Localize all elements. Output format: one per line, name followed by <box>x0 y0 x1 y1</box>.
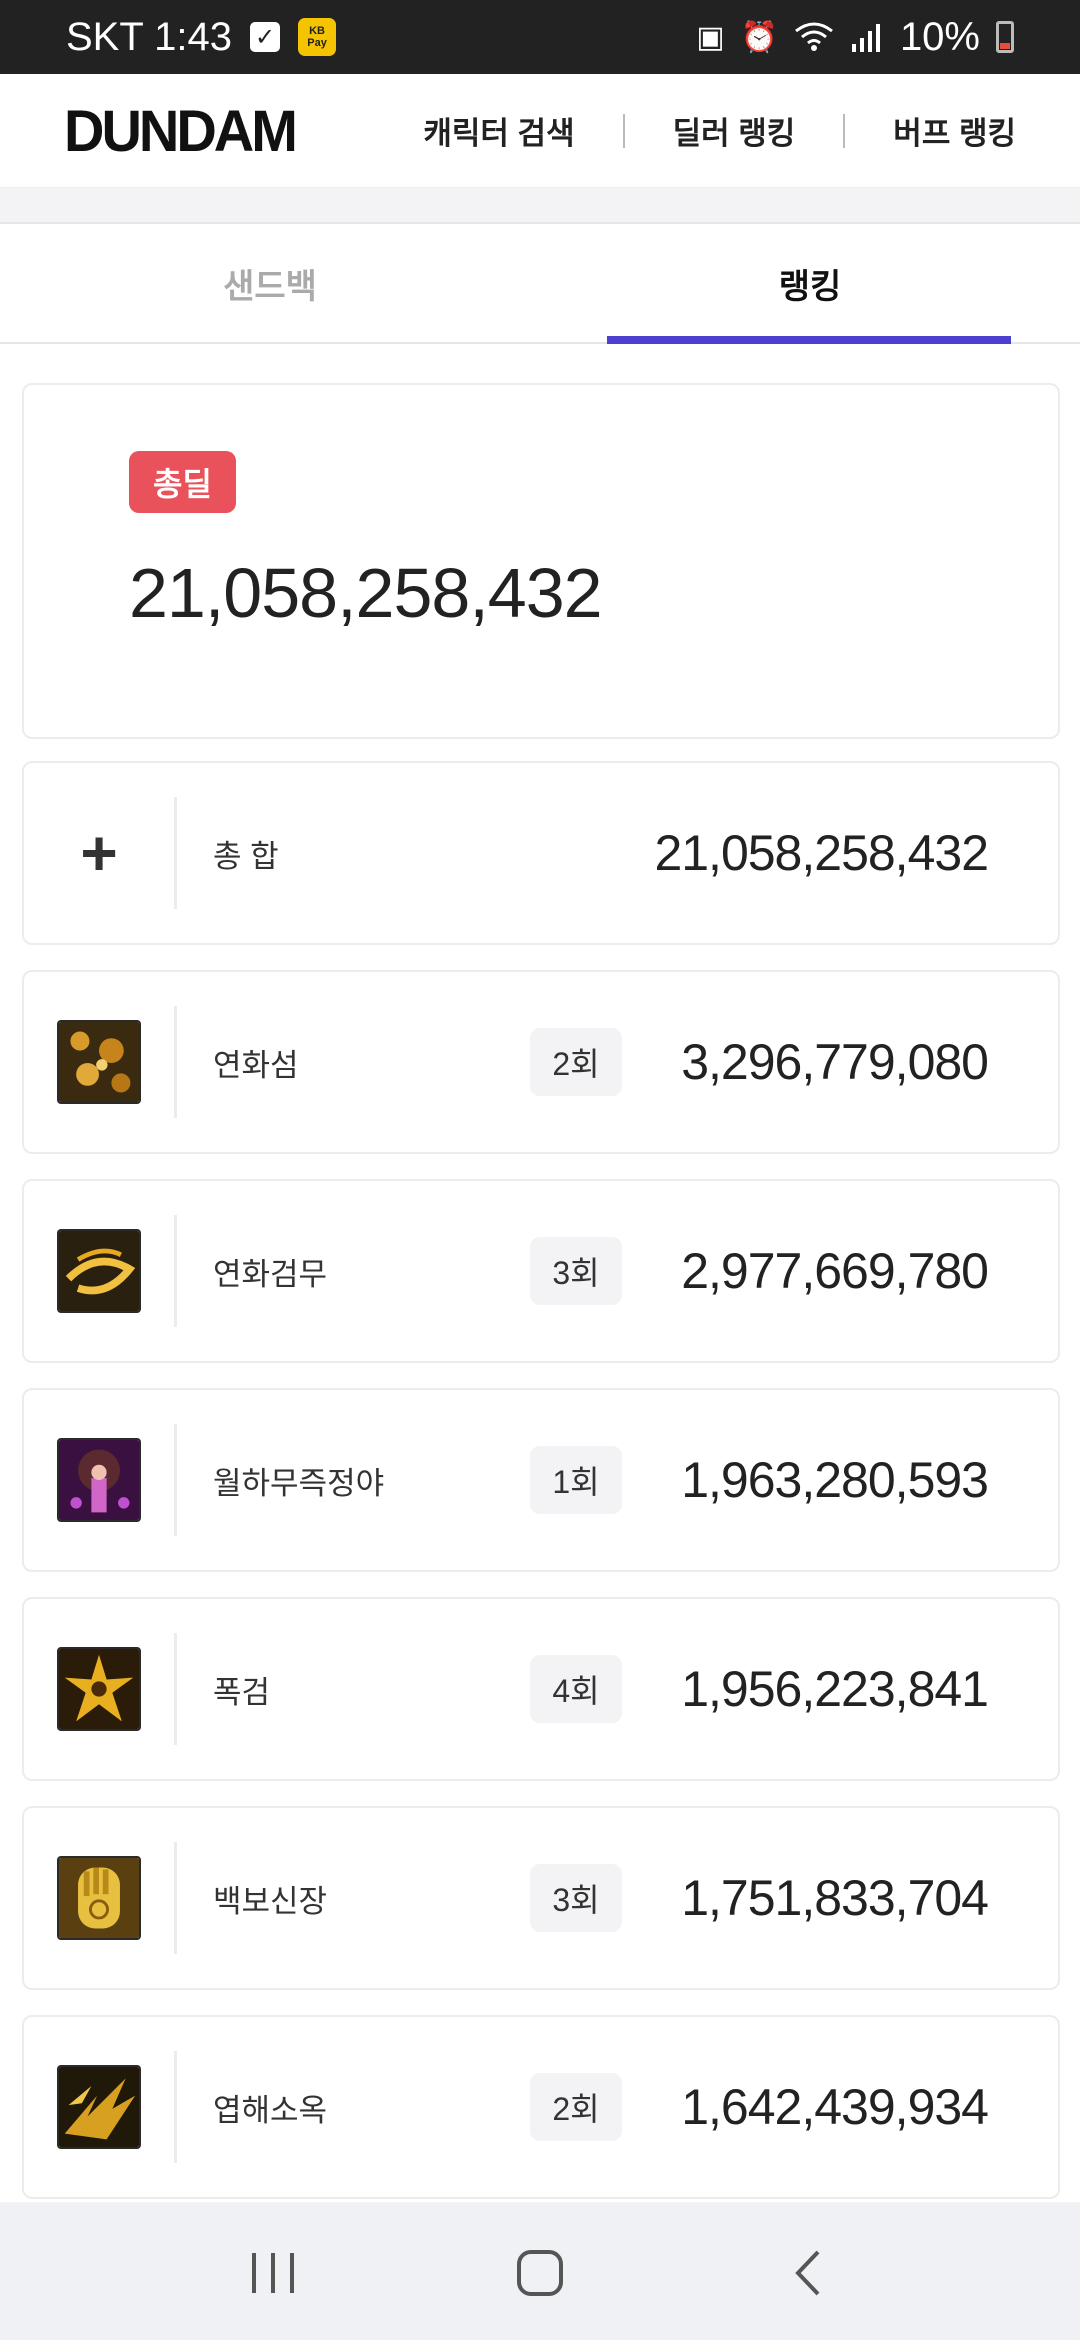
tab-sandbag[interactable]: 샌드백 <box>0 224 540 342</box>
skill-row: 엽해소옥 2회 1,642,439,934 <box>22 2015 1060 2199</box>
summary-label: 총 합 <box>213 838 279 874</box>
yeophaesook-skill-icon <box>57 2065 141 2149</box>
dundam-logo[interactable]: DUNDAM <box>64 96 298 164</box>
yeonhwaseom-skill-icon <box>57 1020 141 1104</box>
skill-row: 연화검무 3회 2,977,669,780 <box>22 1179 1060 1363</box>
total-damage-value: 21,058,258,432 <box>129 554 603 632</box>
kbpay-notification-icon: KB Pay <box>298 18 337 56</box>
summary-row: + 총 합 21,058,258,432 <box>22 761 1060 945</box>
tab-bar: 샌드백 랭킹 <box>0 224 1080 344</box>
hit-count: 2회 <box>530 1028 622 1096</box>
baekbosinjang-skill-icon <box>57 1856 141 1940</box>
skill-damage: 1,956,223,841 <box>681 1661 989 1717</box>
skill-name: 월하무즉정야 <box>213 1465 385 1501</box>
result-panel: 샌드백 랭킹 총딜 21,058,258,432 + 총 합 21,058,25… <box>0 222 1080 2202</box>
skill-name: 연화검무 <box>213 1256 328 1292</box>
skill-damage: 3,296,779,080 <box>681 1034 989 1090</box>
recent-apps-icon <box>252 2252 295 2293</box>
total-damage-badge: 총딜 <box>129 451 236 513</box>
skill-row: 연화섬 2회 3,296,779,080 <box>22 970 1060 1154</box>
total-damage-card: 총딜 21,058,258,432 <box>22 383 1060 739</box>
skill-name: 연화섬 <box>213 1047 299 1083</box>
alarm-icon: ⏰ <box>740 20 778 54</box>
wifi-icon <box>795 22 833 51</box>
battery-icon <box>996 21 1014 53</box>
status-time: SKT 1:43 <box>66 14 233 59</box>
skill-row: 폭검 4회 1,956,223,841 <box>22 1597 1060 1781</box>
battery-percent: 10% <box>899 14 980 59</box>
hit-count: 2회 <box>530 2073 622 2141</box>
top-nav: 캐릭터 검색 딜러 랭킹 버프 랭킹 <box>423 108 1016 153</box>
skill-damage: 1,963,280,593 <box>681 1452 989 1508</box>
wolhamujeukjeongya-skill-icon <box>57 1438 141 1522</box>
nav-character-search[interactable]: 캐릭터 검색 <box>423 108 574 153</box>
nav-divider <box>622 113 625 148</box>
signal-icon <box>851 24 880 52</box>
yeonhwageommu-skill-icon <box>57 1229 141 1313</box>
skill-row: 백보신장 3회 1,751,833,704 <box>22 1806 1060 1990</box>
tab-ranking[interactable]: 랭킹 <box>540 224 1080 342</box>
checkbox-notification-icon: ✓ <box>250 22 281 52</box>
skill-name: 폭검 <box>213 1674 271 1710</box>
skill-row: 월하무즉정야 1회 1,963,280,593 <box>22 1388 1060 1572</box>
hit-count: 3회 <box>530 1864 622 1932</box>
home-icon <box>516 2249 563 2296</box>
nav-dealer-ranking[interactable]: 딜러 랭킹 <box>673 108 796 153</box>
recent-apps-button[interactable] <box>223 2233 323 2313</box>
back-button[interactable] <box>757 2233 857 2313</box>
hit-count: 3회 <box>530 1237 622 1305</box>
skill-damage: 1,642,439,934 <box>681 2079 989 2135</box>
battery-saver-icon: ▣ <box>696 20 725 54</box>
status-bar: SKT 1:43 ✓ KB Pay ▣ ⏰ 10% <box>0 0 1080 74</box>
nav-buff-ranking[interactable]: 버프 랭킹 <box>893 108 1016 153</box>
nav-divider <box>843 113 846 148</box>
hit-count: 4회 <box>530 1655 622 1723</box>
pokgeom-skill-icon <box>57 1647 141 1731</box>
home-button[interactable] <box>490 2233 590 2313</box>
summary-value: 21,058,258,432 <box>654 825 989 881</box>
skill-name: 엽해소옥 <box>213 2092 328 2128</box>
skill-damage: 1,751,833,704 <box>681 1870 989 1926</box>
active-tab-indicator <box>607 336 1011 344</box>
hit-count: 1회 <box>530 1446 622 1514</box>
skill-damage: 2,977,669,780 <box>681 1243 989 1299</box>
app-header: DUNDAM 캐릭터 검색 딜러 랭킹 버프 랭킹 <box>0 74 1080 188</box>
skill-name: 백보신장 <box>213 1883 328 1919</box>
plus-icon[interactable]: + <box>80 821 117 885</box>
system-nav-bar <box>0 2205 1080 2340</box>
back-icon <box>794 2250 820 2295</box>
